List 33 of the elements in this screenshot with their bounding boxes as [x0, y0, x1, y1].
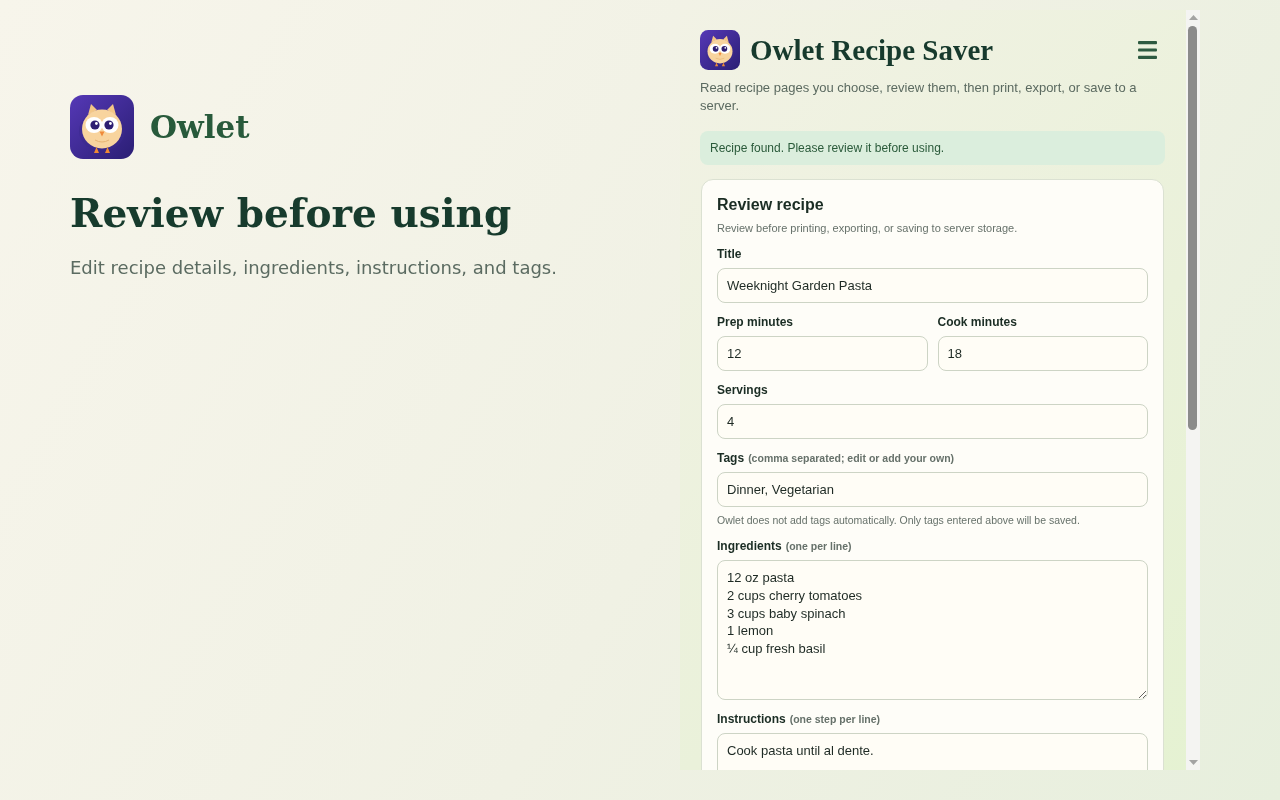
page-heading: Review before using — [70, 189, 513, 237]
field-label: Prep minutes — [717, 314, 794, 330]
field-label: Tags — [717, 450, 745, 466]
menu-icon[interactable] — [1138, 41, 1157, 59]
textarea-field[interactable]: 12 oz pasta 2 cups cherry tomatoes 3 cups baby spinach 1 lemon ¼ cup fresh basil — [717, 560, 1148, 700]
owl-icon — [700, 30, 740, 70]
scroll-up-icon[interactable] — [1188, 15, 1198, 20]
field-label: Title — [717, 246, 742, 262]
field-label: Ingredients — [717, 538, 782, 554]
scroll-down-icon[interactable] — [1188, 760, 1198, 765]
textarea-field[interactable]: Cook pasta until al dente. — [717, 733, 1148, 770]
app-description: Read recipe pages you choose, review them, then print, export, or save to a server. — [700, 79, 1138, 115]
owl-icon — [70, 95, 134, 159]
status-message: Recipe found. Please review it before using. — [700, 131, 1165, 165]
input-field[interactable]: Weeknight Garden Pasta — [717, 268, 1148, 303]
page-subtitle: Edit recipe details, ingredients, instructions, and tags. — [70, 256, 558, 280]
field-label: Instructions — [717, 711, 786, 727]
card-heading: Review recipe — [717, 195, 825, 215]
app-name: Owlet — [150, 108, 250, 147]
card-subheading: Review before printing, exporting, or saving to server storage. — [717, 221, 1019, 235]
field-label: Cook minutes — [937, 314, 1017, 330]
field-hint: (one per line) — [785, 539, 852, 554]
app-title: Owlet Recipe Saver — [750, 33, 995, 68]
input-field[interactable]: Dinner, Vegetarian — [717, 472, 1148, 507]
field-hint: (comma separated; edit or add your own) — [748, 451, 955, 466]
input-field[interactable]: 4 — [717, 404, 1148, 439]
scroll-thumb[interactable] — [1188, 26, 1197, 430]
help-text: Owlet does not add tags automatically. Only tags entered above will be saved. — [717, 513, 1081, 527]
field-hint: (one step per line) — [789, 712, 881, 727]
input-field[interactable]: 12 — [717, 336, 928, 371]
field-label: Servings — [717, 382, 768, 398]
scrollbar[interactable] — [1186, 10, 1200, 770]
input-field[interactable]: 18 — [937, 336, 1148, 371]
